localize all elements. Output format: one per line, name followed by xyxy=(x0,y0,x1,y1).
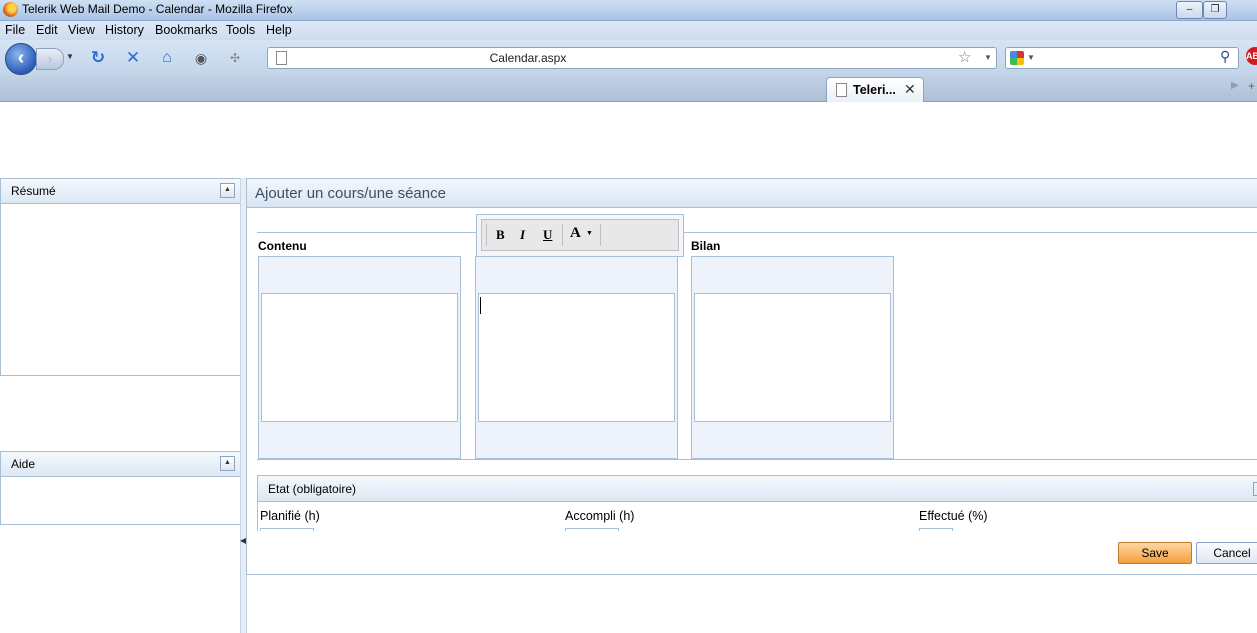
extension-icon[interactable]: ✣ xyxy=(224,48,246,68)
url-text[interactable]: Calendar.aspx xyxy=(268,51,788,65)
font-color-dropdown-icon[interactable]: ▼ xyxy=(586,230,593,237)
toolbar-separator xyxy=(486,224,487,246)
search-bar[interactable]: ▼ ⚲ xyxy=(1005,47,1239,69)
back-arrow-icon[interactable]: ‹ xyxy=(5,43,37,75)
accompli-label: Accompli (h) xyxy=(565,509,635,523)
tab-scroll-right-icon[interactable]: ▶ xyxy=(1231,80,1239,91)
menu-bar: File Edit View History Bookmarks Tools H… xyxy=(0,21,1257,40)
effectue-label: Effectué (%) xyxy=(919,509,988,523)
magnifier-icon[interactable]: ⚲ xyxy=(1220,48,1230,65)
section-divider xyxy=(257,459,1257,460)
window-title-bar: Telerik Web Mail Demo - Calendar - Mozil… xyxy=(0,0,1257,21)
planifie-input[interactable] xyxy=(260,528,314,531)
contenu-label: Contenu xyxy=(258,239,307,253)
history-dropdown-icon[interactable]: ▼ xyxy=(66,52,74,61)
search-engine-dropdown-icon[interactable]: ▼ xyxy=(1027,53,1035,62)
middle-editor xyxy=(475,256,678,459)
aide-panel-header: Aide ▲ xyxy=(1,452,240,477)
contenu-editor xyxy=(258,256,461,459)
accompli-input[interactable] xyxy=(565,528,619,531)
chat-icon[interactable]: ◉ xyxy=(190,48,212,68)
close-icon[interactable]: ✕ xyxy=(904,81,916,98)
etat-section-body: Planifié (h) Accompli (h) Effectué (%) xyxy=(257,501,1257,531)
restore-button[interactable]: ❐ xyxy=(1203,1,1227,19)
minimize-button[interactable]: – xyxy=(1176,1,1203,19)
aide-panel-title: Aide xyxy=(11,457,36,471)
resume-panel-header: Résumé ▲ xyxy=(1,179,240,204)
google-icon[interactable] xyxy=(1010,51,1024,65)
menu-help[interactable]: Help xyxy=(266,23,292,37)
collapse-icon[interactable] xyxy=(1253,482,1257,496)
url-dropdown-icon[interactable]: ▼ xyxy=(984,53,992,62)
stop-icon[interactable]: ✕ xyxy=(122,48,144,68)
address-bar[interactable]: Calendar.aspx ☆ ▼ xyxy=(267,47,997,69)
window-title: Ajouter un cours/une séance xyxy=(255,185,446,202)
effectue-input[interactable] xyxy=(919,528,953,531)
save-button[interactable]: Save xyxy=(1118,542,1192,564)
bilan-label: Bilan xyxy=(691,239,721,253)
menu-history[interactable]: History xyxy=(105,23,144,37)
menu-tools[interactable]: Tools xyxy=(226,23,255,37)
bold-button[interactable]: B xyxy=(496,227,505,243)
tab-label: Teleri... xyxy=(853,83,896,97)
firefox-logo-icon xyxy=(3,2,18,17)
middle-editor-content[interactable] xyxy=(478,293,675,422)
adblock-icon[interactable]: ABP xyxy=(1246,47,1257,65)
format-toolbar-inner: B I U A ▼ xyxy=(481,219,679,251)
menu-edit[interactable]: Edit xyxy=(36,23,58,37)
plus-icon[interactable]: + xyxy=(1248,79,1255,93)
cancel-button[interactable]: Cancel xyxy=(1196,542,1257,564)
tab-calendar[interactable]: Teleri... ✕ xyxy=(826,77,924,102)
reload-icon[interactable]: ↻ xyxy=(87,48,109,68)
contenu-editor-content[interactable] xyxy=(261,293,458,422)
toolbar-separator xyxy=(562,224,563,246)
planifie-label: Planifié (h) xyxy=(260,509,320,523)
menu-file[interactable]: File xyxy=(5,23,25,37)
home-icon[interactable]: ⌂ xyxy=(156,48,178,68)
collapse-icon[interactable]: ▲ xyxy=(220,183,235,198)
etat-section-header: Etat (obligatoire) xyxy=(257,475,1257,502)
italic-button[interactable]: I xyxy=(520,227,525,243)
etat-section-title: Etat (obligatoire) xyxy=(268,482,357,496)
bilan-editor xyxy=(691,256,894,459)
underline-button[interactable]: U xyxy=(543,227,552,243)
resume-panel-title: Résumé xyxy=(11,184,56,198)
window-title: Telerik Web Mail Demo - Calendar - Mozil… xyxy=(22,2,293,16)
text-caret xyxy=(480,297,481,314)
tab-strip: Teleri... ✕ ▶ + xyxy=(0,75,1257,102)
toolbar-separator xyxy=(600,224,601,246)
menu-bookmarks[interactable]: Bookmarks xyxy=(155,23,218,37)
font-color-button[interactable]: A xyxy=(570,225,581,242)
resume-panel: Résumé ▲ xyxy=(0,178,241,376)
menu-view[interactable]: View xyxy=(68,23,95,37)
bilan-editor-content[interactable] xyxy=(694,293,891,422)
collapse-icon[interactable]: ▲ xyxy=(220,456,235,471)
page-icon xyxy=(836,83,847,97)
window-header: Ajouter un cours/une séance xyxy=(247,179,1257,208)
forward-arrow-icon[interactable]: › xyxy=(36,48,64,70)
star-icon[interactable]: ☆ xyxy=(958,48,971,66)
format-toolbar: B I U A ▼ xyxy=(476,214,684,257)
aide-panel: Aide ▲ xyxy=(0,451,241,525)
section-divider xyxy=(257,232,1257,233)
